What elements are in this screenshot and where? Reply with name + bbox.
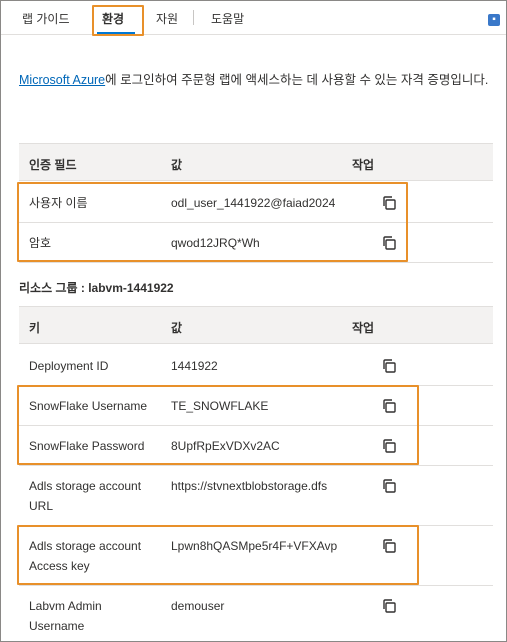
- tab-bar: 랩 가이드 환경 자원 도움말 ▪: [1, 1, 506, 35]
- key-label-line2: URL: [29, 499, 54, 513]
- copy-icon[interactable]: [381, 358, 397, 374]
- tab-lab-guide[interactable]: 랩 가이드: [22, 10, 70, 27]
- highlight-box-tab: [92, 5, 144, 36]
- resource-group-title: 리소스 그룹 : labvm-1441922: [19, 281, 174, 295]
- key-value: https://stvnextblobstorage.dfs: [171, 479, 328, 493]
- highlight-box-snowflake: [17, 385, 419, 465]
- key-value: demouser: [171, 599, 225, 613]
- tab-divider: [193, 10, 194, 25]
- header-value: 값: [171, 158, 183, 172]
- copy-icon[interactable]: [381, 478, 397, 494]
- highlight-box-access-key: [17, 525, 419, 585]
- intro-text: Microsoft Azure에 로그인하여 주문형 랩에 액세스하는 데 사용…: [19, 69, 494, 91]
- key-label: Adls storage account URL: [29, 476, 141, 516]
- table-row: Deployment ID 1441922: [19, 346, 493, 386]
- header-field: 인증 필드: [29, 158, 77, 172]
- expand-icon[interactable]: ▪: [488, 14, 500, 26]
- environment-panel: 랩 가이드 환경 자원 도움말 ▪ Microsoft Azure에 로그인하여…: [0, 0, 507, 642]
- tab-help[interactable]: 도움말: [211, 10, 244, 27]
- header-value: 값: [171, 321, 183, 335]
- header-key: 키: [29, 321, 41, 335]
- header-action: 작업: [352, 321, 375, 335]
- highlight-box-credentials: [17, 182, 408, 262]
- key-label: Labvm Admin Username: [29, 596, 102, 636]
- table-row: Adls storage account URL https://stvnextb…: [19, 466, 493, 526]
- azure-link[interactable]: Microsoft Azure: [19, 73, 105, 87]
- key-label-line2: Username: [29, 619, 85, 633]
- copy-icon[interactable]: [381, 598, 397, 614]
- table-header: 키 값 작업: [19, 306, 493, 344]
- key-label-line1: Adls storage account: [29, 479, 142, 493]
- intro-body: 에 로그인하여 주문형 랩에 액세스하는 데 사용할 수 있는 자격 증명입니다…: [105, 73, 489, 87]
- key-value: 1441922: [171, 359, 218, 373]
- table-header: 인증 필드 값 작업: [19, 143, 493, 181]
- table-row: Labvm Admin Username demouser: [19, 586, 493, 641]
- key-label: Deployment ID: [29, 359, 109, 373]
- header-action: 작업: [352, 158, 375, 172]
- tab-resources[interactable]: 자원: [156, 10, 178, 27]
- key-label-line1: Labvm Admin: [29, 599, 102, 613]
